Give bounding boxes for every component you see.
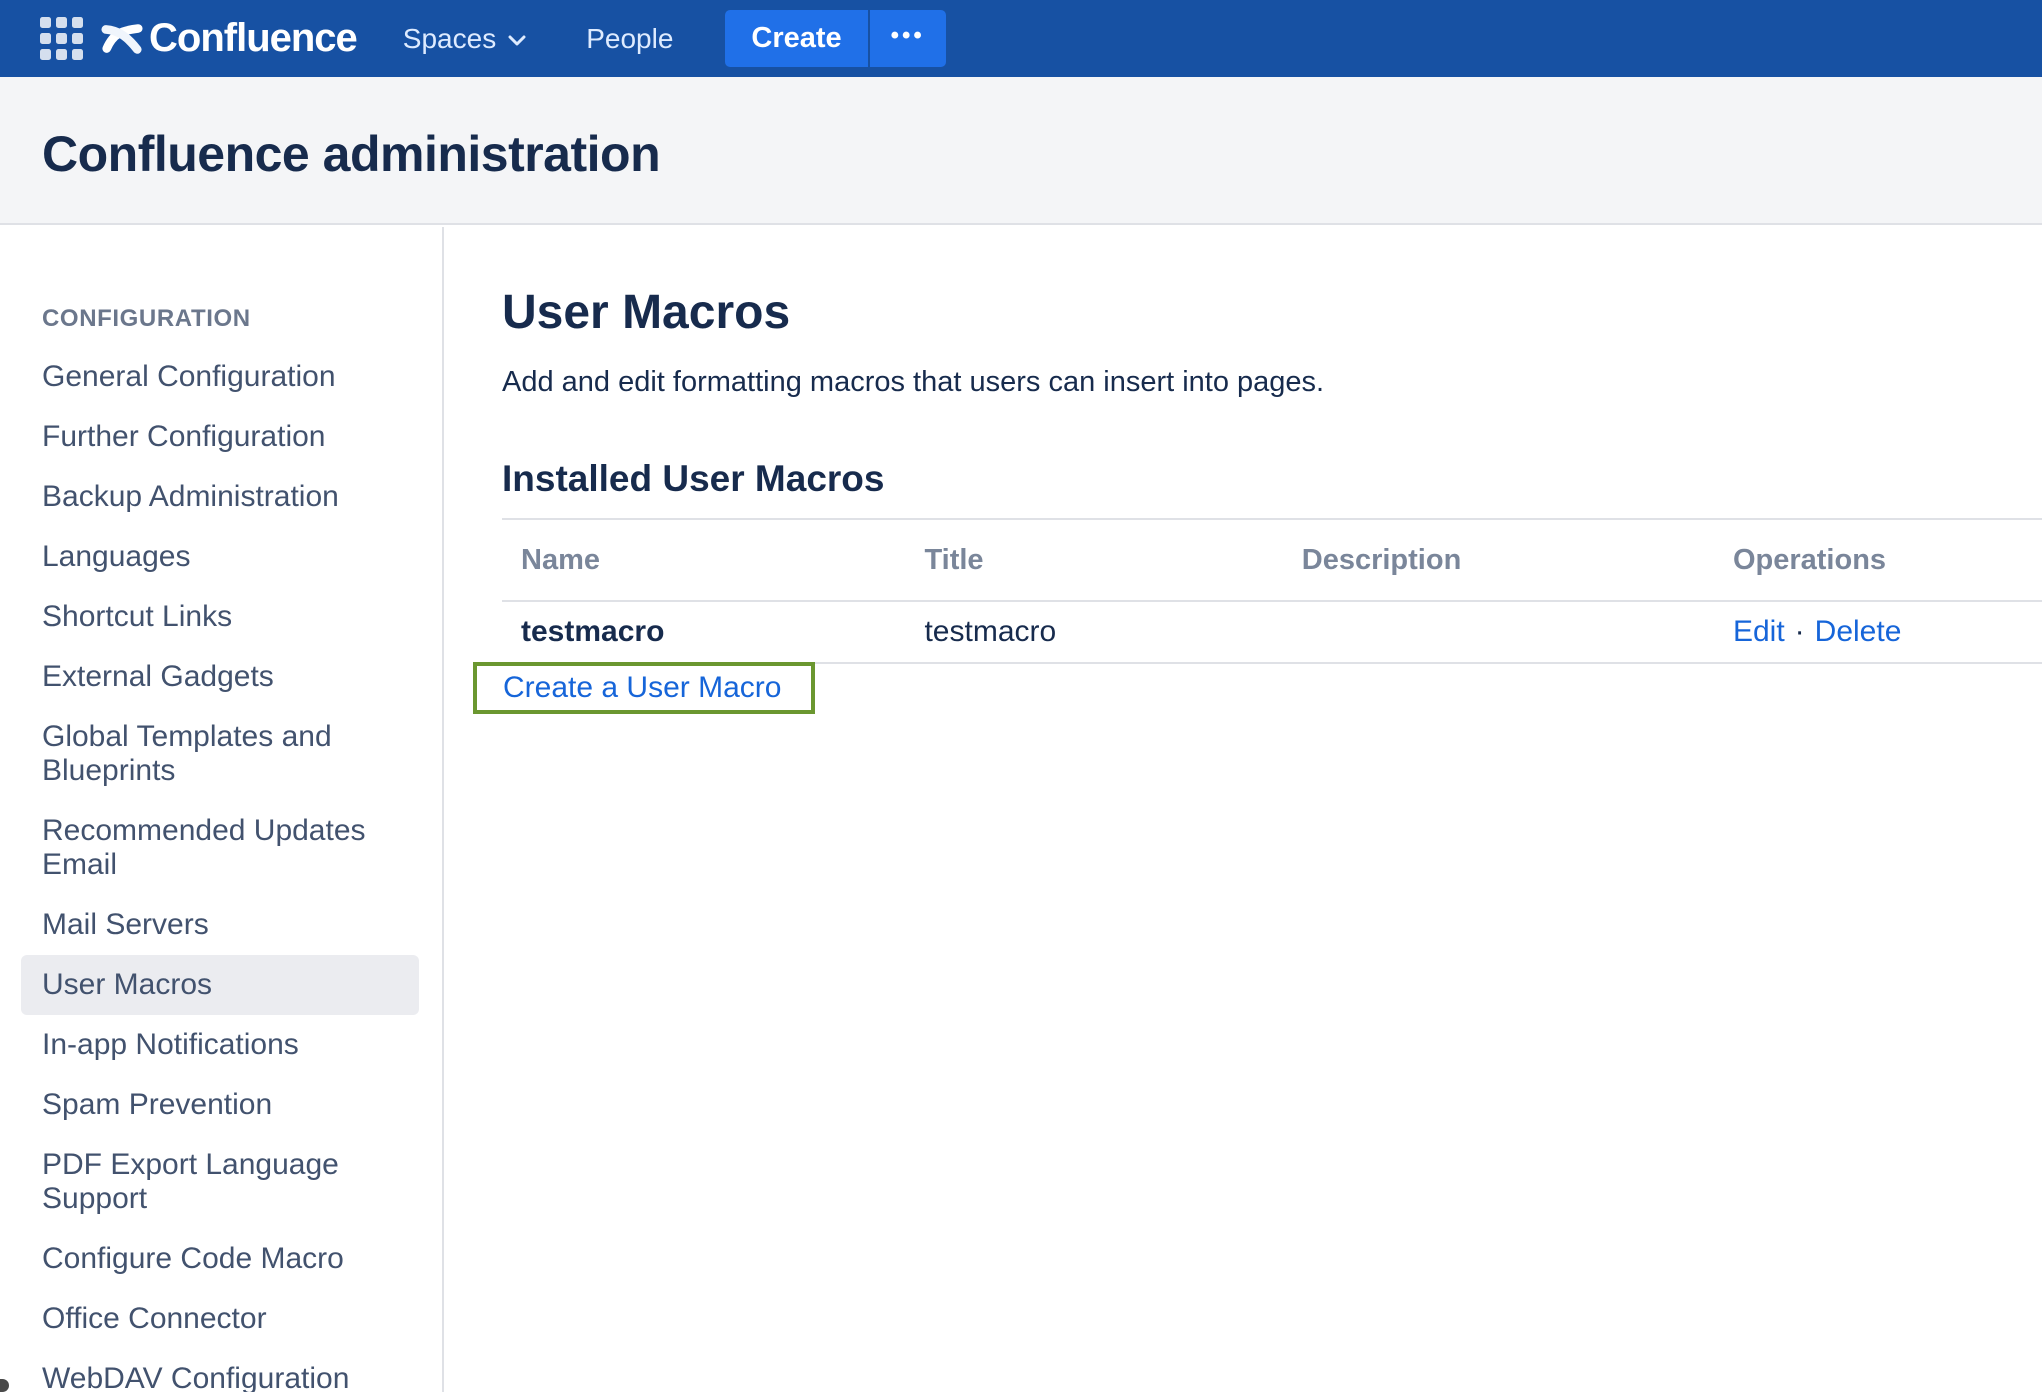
column-header-name: Name <box>502 519 905 601</box>
content-description: Add and edit formatting macros that user… <box>502 364 2042 400</box>
macro-operations-cell: Edit · Delete <box>1714 601 2042 663</box>
confluence-admin-page: Confluence Spaces People Create ••• Conf… <box>0 0 2042 1392</box>
sidebar-item-shortcut-links[interactable]: Shortcut Links <box>21 587 419 647</box>
macro-name-cell: testmacro <box>502 601 905 663</box>
sidebar-item-general-configuration[interactable]: General Configuration <box>21 347 419 407</box>
sidebar-item-user-macros[interactable]: User Macros <box>21 955 419 1015</box>
main-content: User Macros Add and edit formatting macr… <box>446 227 2042 1392</box>
create-button[interactable]: Create <box>725 10 867 67</box>
confluence-mark-icon <box>101 18 143 60</box>
nav-spaces[interactable]: Spaces <box>403 23 526 55</box>
admin-sidebar: CONFIGURATION General Configuration Furt… <box>0 227 444 1392</box>
confluence-wordmark: Confluence <box>149 16 357 61</box>
column-header-title: Title <box>905 519 1282 601</box>
app-switcher-icon[interactable] <box>40 17 83 60</box>
macro-description-cell <box>1283 601 1714 663</box>
sidebar-item-configure-code-macro[interactable]: Configure Code Macro <box>21 1229 419 1289</box>
sidebar-item-spam-prevention[interactable]: Spam Prevention <box>21 1075 419 1135</box>
sidebar-item-further-configuration[interactable]: Further Configuration <box>21 407 419 467</box>
edit-link[interactable]: Edit <box>1733 615 1785 648</box>
chevron-down-icon <box>508 35 526 47</box>
sidebar-item-global-templates[interactable]: Global Templates and Blueprints <box>21 707 419 801</box>
content-title: User Macros <box>502 285 2042 340</box>
sidebar-item-office-connector[interactable]: Office Connector <box>21 1289 419 1349</box>
table-header-row: Name Title Description Operations <box>502 519 2042 601</box>
more-actions-button[interactable]: ••• <box>870 10 946 67</box>
column-header-operations: Operations <box>1714 519 2042 601</box>
column-header-description: Description <box>1283 519 1714 601</box>
top-nav: Confluence Spaces People Create ••• <box>0 0 2042 77</box>
sidebar-item-recommended-updates-email[interactable]: Recommended Updates Email <box>21 801 419 895</box>
installed-macros-heading: Installed User Macros <box>502 458 2042 518</box>
delete-link[interactable]: Delete <box>1815 615 1902 648</box>
page-title: Confluence administration <box>42 125 660 183</box>
table-row: testmacro testmacro Edit · Delete <box>502 601 2042 663</box>
macro-title-cell: testmacro <box>905 601 1282 663</box>
create-user-macro-link[interactable]: Create a User Macro <box>503 671 781 704</box>
sidebar-item-backup-administration[interactable]: Backup Administration <box>21 467 419 527</box>
confluence-logo[interactable]: Confluence <box>101 16 357 61</box>
sidebar-item-pdf-export-language-support[interactable]: PDF Export Language Support <box>21 1135 419 1229</box>
nav-people[interactable]: People <box>586 23 673 55</box>
page-header: Confluence administration <box>0 77 2042 225</box>
sidebar-item-mail-servers[interactable]: Mail Servers <box>21 895 419 955</box>
sidebar-section-label: CONFIGURATION <box>42 305 442 333</box>
sidebar-item-webdav-configuration[interactable]: WebDAV Configuration <box>21 1349 419 1392</box>
sidebar-item-external-gadgets[interactable]: External Gadgets <box>21 647 419 707</box>
sidebar-list: General Configuration Further Configurat… <box>0 347 419 1392</box>
sidebar-item-languages[interactable]: Languages <box>21 527 419 587</box>
operations-separator: · <box>1795 615 1805 648</box>
sidebar-item-in-app-notifications[interactable]: In-app Notifications <box>21 1015 419 1075</box>
user-macros-table: Name Title Description Operations testma… <box>502 518 2042 664</box>
create-button-group: Create ••• <box>725 10 945 67</box>
annotation-highlight-box: Create a User Macro <box>473 662 815 714</box>
